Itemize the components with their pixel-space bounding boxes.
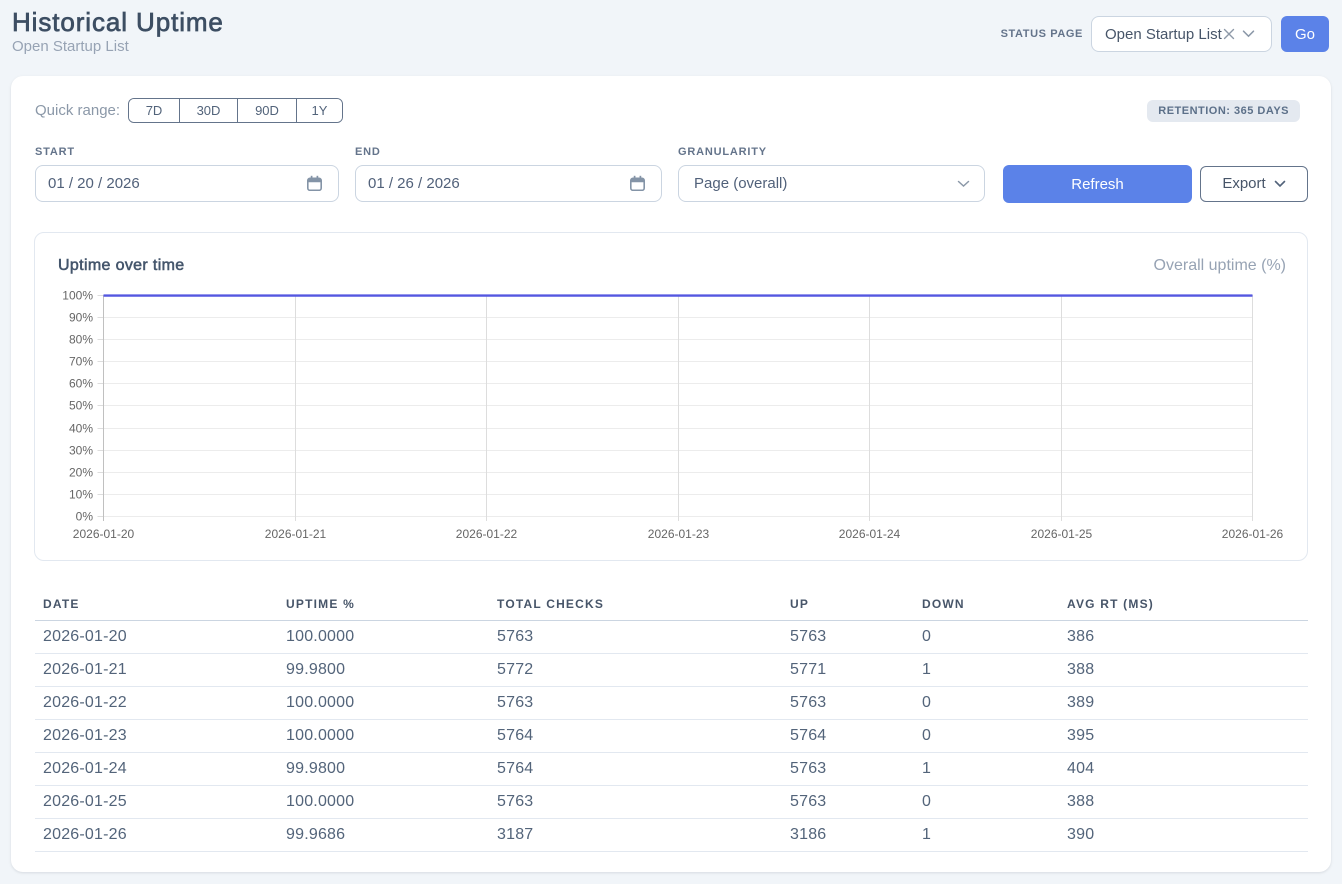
- svg-text:80%: 80%: [69, 333, 93, 347]
- svg-text:2026-01-24: 2026-01-24: [839, 527, 901, 541]
- svg-text:90%: 90%: [69, 311, 93, 325]
- svg-text:20%: 20%: [69, 466, 93, 480]
- svg-text:2026-01-21: 2026-01-21: [265, 527, 327, 541]
- svg-text:2026-01-25: 2026-01-25: [1031, 527, 1093, 541]
- svg-text:2026-01-22: 2026-01-22: [456, 527, 518, 541]
- svg-text:2026-01-20: 2026-01-20: [73, 527, 135, 541]
- svg-text:10%: 10%: [69, 488, 93, 502]
- svg-text:2026-01-26: 2026-01-26: [1222, 527, 1284, 541]
- svg-text:70%: 70%: [69, 355, 93, 369]
- svg-text:30%: 30%: [69, 444, 93, 458]
- svg-text:2026-01-23: 2026-01-23: [648, 527, 710, 541]
- svg-text:40%: 40%: [69, 422, 93, 436]
- svg-text:60%: 60%: [69, 377, 93, 391]
- svg-text:100%: 100%: [62, 289, 93, 303]
- svg-text:50%: 50%: [69, 399, 93, 413]
- svg-text:0%: 0%: [76, 510, 94, 524]
